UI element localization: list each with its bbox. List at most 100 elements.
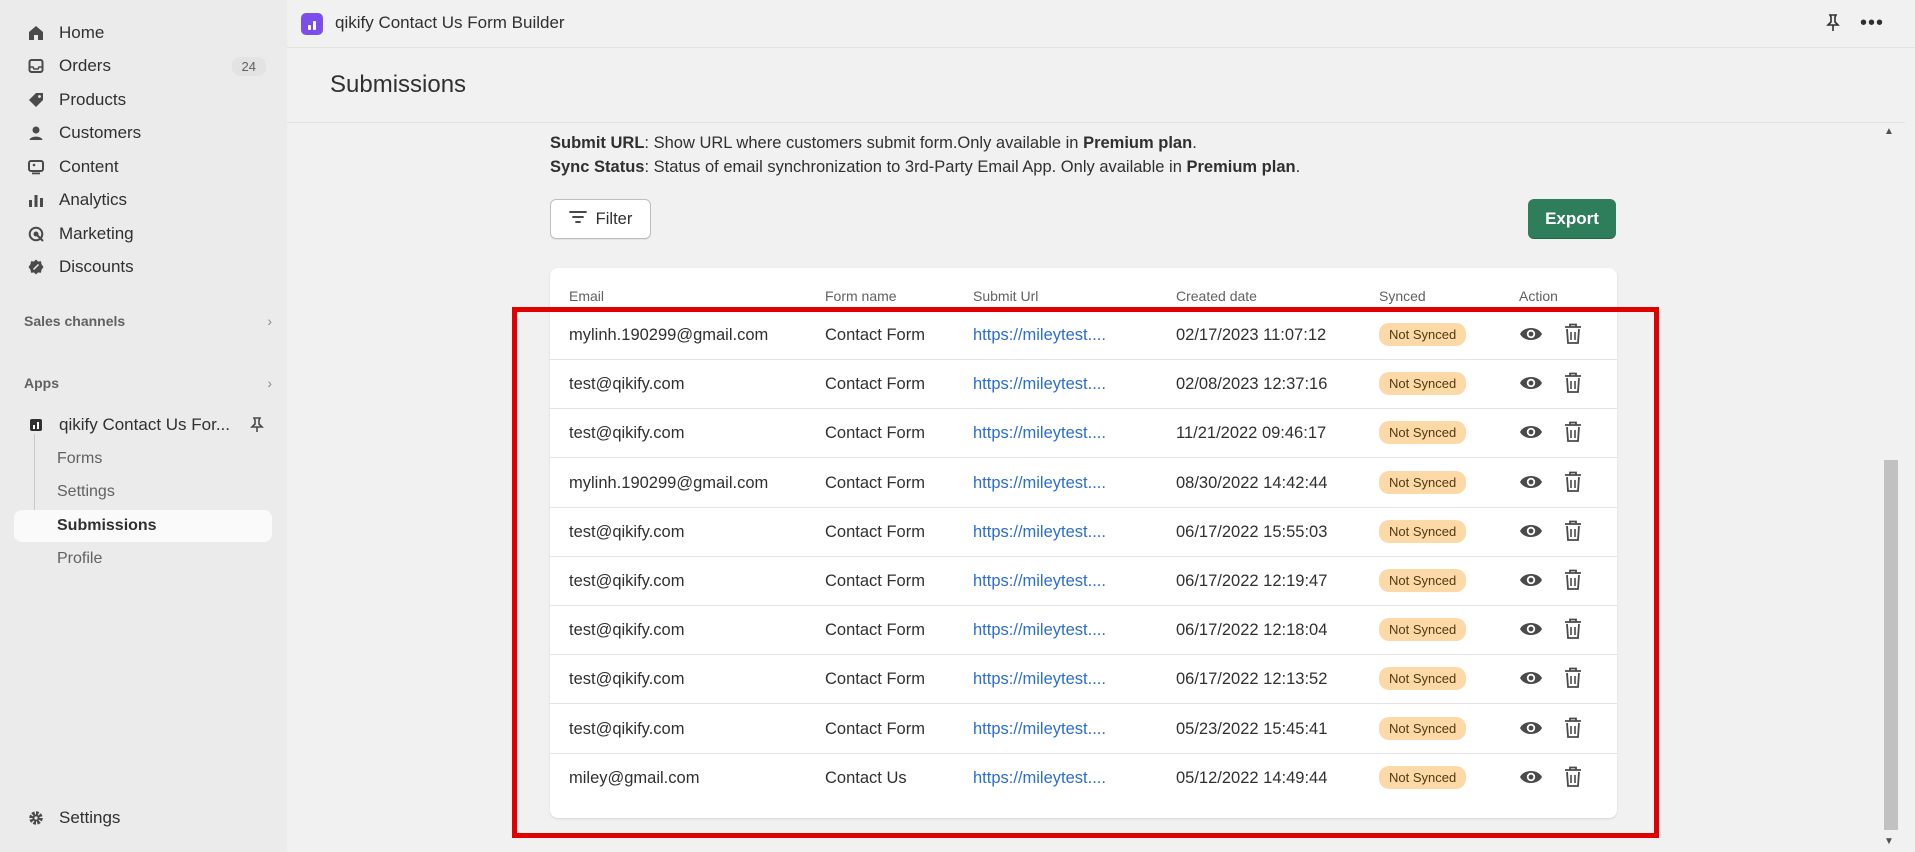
nav-content[interactable]: Content: [14, 151, 272, 183]
period: .: [1295, 158, 1301, 176]
marketing-icon: [28, 226, 44, 242]
cell-form-name: Contact Form: [825, 572, 925, 590]
nav-settings-label: Settings: [59, 808, 121, 827]
delete-trash-icon[interactable]: [1564, 372, 1582, 394]
subnav-submissions[interactable]: Submissions: [14, 510, 272, 542]
cell-form-name: Contact Form: [825, 326, 925, 344]
cell-submit-url-link[interactable]: https://mileytest....: [973, 474, 1106, 493]
table-row: test@qikify.com Contact Form https://miley…: [550, 655, 1617, 705]
cell-submit-url-link[interactable]: https://mileytest....: [973, 720, 1106, 739]
app-name-label: qikify Contact Us For...: [59, 415, 230, 434]
export-button[interactable]: Export: [1528, 199, 1616, 239]
cell-email: test@qikify.com: [569, 572, 685, 590]
nav-customers[interactable]: Customers: [14, 117, 272, 149]
nav-discounts-label: Discounts: [59, 257, 134, 276]
table-row: test@qikify.com Contact Form https://miley…: [550, 705, 1617, 754]
nav-marketing-label: Marketing: [59, 224, 134, 243]
delete-trash-icon[interactable]: [1564, 323, 1582, 345]
delete-trash-icon[interactable]: [1564, 618, 1582, 640]
sync-status-info-plan: Premium plan: [1186, 158, 1296, 176]
chevron-right-icon: ›: [267, 313, 272, 329]
filter-button[interactable]: Filter: [550, 199, 651, 239]
delete-trash-icon[interactable]: [1564, 766, 1582, 788]
delete-trash-icon[interactable]: [1564, 421, 1582, 443]
cell-submit-url-link[interactable]: https://mileytest....: [973, 523, 1106, 542]
nav-orders[interactable]: Orders 24: [14, 50, 272, 82]
scroll-up-arrow-icon[interactable]: ▲: [1884, 126, 1894, 137]
cell-submit-url-link[interactable]: https://mileytest....: [973, 769, 1106, 788]
delete-trash-icon[interactable]: [1564, 520, 1582, 542]
view-eye-icon[interactable]: [1519, 619, 1543, 639]
nav-marketing[interactable]: Marketing: [14, 218, 272, 250]
delete-trash-icon[interactable]: [1564, 717, 1582, 739]
cell-created-date: 06/17/2022 12:19:47: [1176, 572, 1328, 590]
more-actions-icon[interactable]: •••: [1860, 12, 1884, 35]
cell-form-name: Contact Form: [825, 719, 925, 738]
header-action: Action: [1519, 288, 1558, 304]
app-header-bar: qikify Contact Us Form Builder •••: [287, 0, 1915, 48]
orders-icon: [28, 58, 44, 74]
sync-status-info-label: Sync Status: [550, 158, 645, 176]
sales-channels-header[interactable]: Sales channels ›: [24, 309, 272, 333]
subnav-forms-label: Forms: [57, 450, 103, 467]
scroll-down-arrow-icon[interactable]: ▼: [1884, 836, 1894, 847]
orders-count-badge: 24: [231, 57, 266, 76]
person-icon: [28, 125, 44, 141]
nav-products[interactable]: Products: [14, 84, 272, 116]
delete-trash-icon[interactable]: [1564, 667, 1582, 689]
view-eye-icon[interactable]: [1519, 521, 1543, 541]
pin-icon[interactable]: [250, 417, 264, 438]
subnav-profile[interactable]: Profile: [14, 543, 272, 575]
cell-form-name: Contact Form: [825, 621, 925, 640]
table-row: mylinh.190299@gmail.com Contact Form https…: [550, 459, 1617, 508]
scrollbar-thumb[interactable]: [1884, 460, 1898, 830]
cell-submit-url-link[interactable]: https://mileytest....: [973, 621, 1106, 640]
status-badge: Not Synced: [1379, 519, 1467, 543]
view-eye-icon[interactable]: [1519, 570, 1543, 590]
view-eye-icon[interactable]: [1519, 422, 1543, 442]
subnav-settings[interactable]: Settings: [14, 476, 272, 508]
subnav-profile-label: Profile: [57, 550, 103, 567]
analytics-icon: [28, 192, 44, 208]
pin-icon[interactable]: [1826, 14, 1840, 37]
view-eye-icon[interactable]: [1519, 373, 1543, 393]
view-eye-icon[interactable]: [1519, 472, 1543, 492]
cell-form-name: Contact Form: [825, 424, 925, 443]
app-logo-icon: [301, 13, 323, 35]
discount-icon: [28, 259, 44, 275]
delete-trash-icon[interactable]: [1564, 569, 1582, 591]
table-row: test@qikify.com Contact Form https://miley…: [550, 508, 1617, 557]
sync-status-info: Sync Status: Status of email synchroniza…: [550, 158, 1300, 177]
view-eye-icon[interactable]: [1519, 324, 1543, 344]
cell-form-name: Contact Form: [825, 473, 925, 492]
table-row: test@qikify.com Contact Form https://miley…: [550, 360, 1617, 410]
status-badge: Not Synced: [1379, 470, 1467, 494]
filter-button-label: Filter: [595, 209, 633, 228]
view-eye-icon[interactable]: [1519, 767, 1543, 787]
delete-trash-icon[interactable]: [1564, 471, 1582, 493]
view-eye-icon[interactable]: [1519, 668, 1543, 688]
cell-submit-url-link[interactable]: https://mileytest....: [973, 424, 1106, 443]
cell-submit-url-link[interactable]: https://mileytest....: [973, 375, 1106, 394]
status-badge: Not Synced: [1379, 618, 1467, 642]
submit-url-info: Submit URL: Show URL where customers sub…: [550, 134, 1197, 153]
nav-home[interactable]: Home: [14, 17, 272, 49]
cell-submit-url-link[interactable]: https://mileytest....: [973, 670, 1106, 689]
nav-analytics[interactable]: Analytics: [14, 184, 272, 216]
page-title: Submissions: [330, 71, 467, 98]
nav-settings[interactable]: Settings: [14, 802, 272, 834]
subnav-forms[interactable]: Forms: [14, 443, 272, 475]
cell-form-name: Contact Form: [825, 670, 925, 689]
view-eye-icon[interactable]: [1519, 718, 1543, 738]
apps-label: Apps: [24, 375, 59, 391]
cell-email: mylinh.190299@gmail.com: [569, 326, 769, 344]
nav-customers-label: Customers: [59, 123, 142, 142]
apps-header[interactable]: Apps ›: [24, 371, 272, 395]
nav-app-qikify[interactable]: qikify Contact Us For...: [14, 409, 272, 441]
cell-submit-url-link[interactable]: https://mileytest....: [973, 326, 1106, 345]
sync-status-info-text: : Status of email synchronization to 3rd…: [644, 158, 1187, 176]
nav-discounts[interactable]: Discounts: [14, 251, 272, 283]
table-row: test@qikify.com Contact Form https://miley…: [550, 557, 1617, 606]
cell-submit-url-link[interactable]: https://mileytest....: [973, 572, 1106, 591]
status-badge: Not Synced: [1379, 569, 1467, 592]
